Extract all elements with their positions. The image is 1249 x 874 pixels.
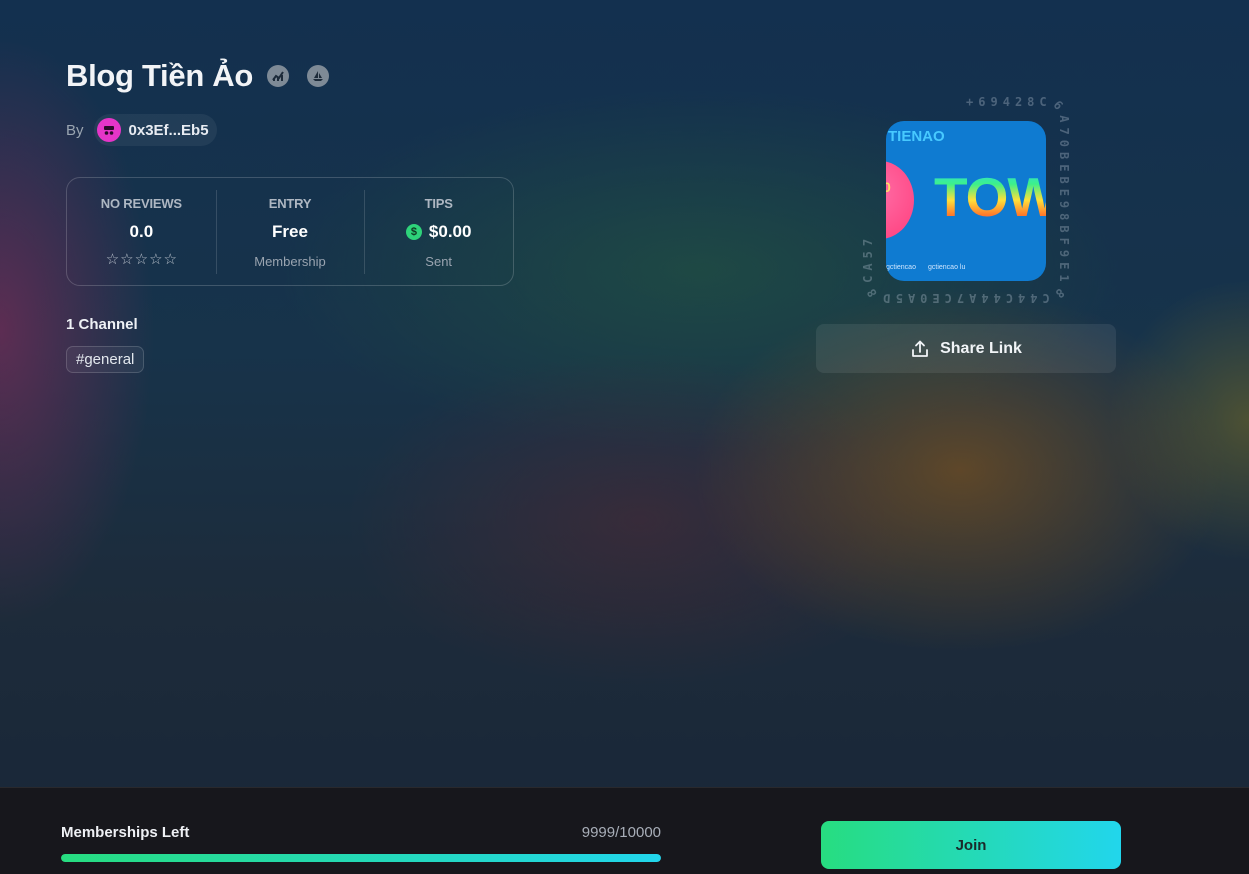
author-row: By 0x3Ef...Eb5 — [66, 114, 217, 146]
join-label: Join — [955, 836, 987, 854]
star-icon: ☆ — [163, 251, 177, 268]
cover-footer-a: gctiencao — [886, 264, 916, 271]
cover-top-text: TIENAO — [888, 128, 945, 145]
join-button[interactable]: Join — [821, 821, 1121, 869]
reviews-value: 0.0 — [129, 222, 154, 241]
chart-badge-icon[interactable] — [267, 65, 289, 87]
tips-value: $0.00 — [428, 222, 472, 241]
cover-footer: gctiencao gctiencao lu — [886, 264, 1046, 274]
cover-circle — [886, 161, 914, 239]
rating-stars: ☆ ☆ ☆ ☆ ☆ — [106, 252, 177, 267]
membership-footer: Memberships Left 9999/10000 Join — [0, 787, 1249, 874]
ship-badge-icon[interactable] — [307, 65, 329, 87]
star-icon: ☆ — [134, 251, 149, 268]
by-label: By — [66, 121, 84, 139]
cover-circle-text: 0 — [886, 179, 891, 195]
cover-word: TOWN — [934, 165, 1046, 229]
memberships-left-label: Memberships Left — [61, 824, 190, 841]
star-icon: ☆ — [149, 251, 163, 268]
entry-stat: ENTRY Free Membership — [215, 178, 365, 285]
channel-tag-general[interactable]: #general — [66, 346, 145, 373]
share-link-label: Share Link — [940, 339, 1022, 357]
share-icon — [912, 340, 928, 357]
channels-title: 1 Channel — [66, 316, 138, 333]
page-title: Blog Tiền Ảo — [66, 58, 253, 93]
tips-stat: TIPS $ $0.00 Sent — [364, 178, 513, 285]
community-image: +69428C6A70BEBE98BF9E18C44C44A7CE0A5D8CA… — [862, 96, 1070, 304]
reviews-label: NO REVIEWS — [100, 196, 182, 211]
entry-sub: Membership — [254, 254, 326, 269]
author-chip[interactable]: 0x3Ef...Eb5 — [93, 114, 217, 146]
cover-art: TIENAO 0 TOWN gctiencao gctiencao lu — [886, 121, 1046, 281]
star-icon: ☆ — [120, 251, 134, 268]
entry-value: Free — [272, 222, 308, 241]
avatar — [96, 118, 121, 142]
entry-label: ENTRY — [268, 196, 312, 211]
author-address: 0x3Ef...Eb5 — [128, 121, 209, 139]
cover-top-text-b: AO — [922, 128, 945, 145]
cover-footer-b: gctiencao lu — [928, 264, 966, 271]
star-icon: ☆ — [105, 251, 120, 268]
tips-label: TIPS — [424, 196, 453, 211]
dollar-icon: $ — [405, 224, 422, 240]
stats-card: NO REVIEWS 0.0 ☆ ☆ ☆ ☆ ☆ ENTRY Free Memb… — [66, 177, 514, 286]
cover-top-text-a: TIEN — [888, 128, 923, 145]
memberships-progress-fill — [61, 854, 661, 862]
tips-value-row: $ $0.00 — [405, 222, 472, 242]
memberships-count: 9999/10000 — [581, 824, 661, 841]
share-link-button[interactable]: Share Link — [816, 324, 1116, 373]
tips-sub: Sent — [425, 254, 453, 269]
community-header: Blog Tiền Ảo — [66, 58, 329, 94]
memberships-progress — [61, 854, 661, 862]
reviews-stat[interactable]: NO REVIEWS 0.0 ☆ ☆ ☆ ☆ ☆ — [67, 178, 216, 285]
